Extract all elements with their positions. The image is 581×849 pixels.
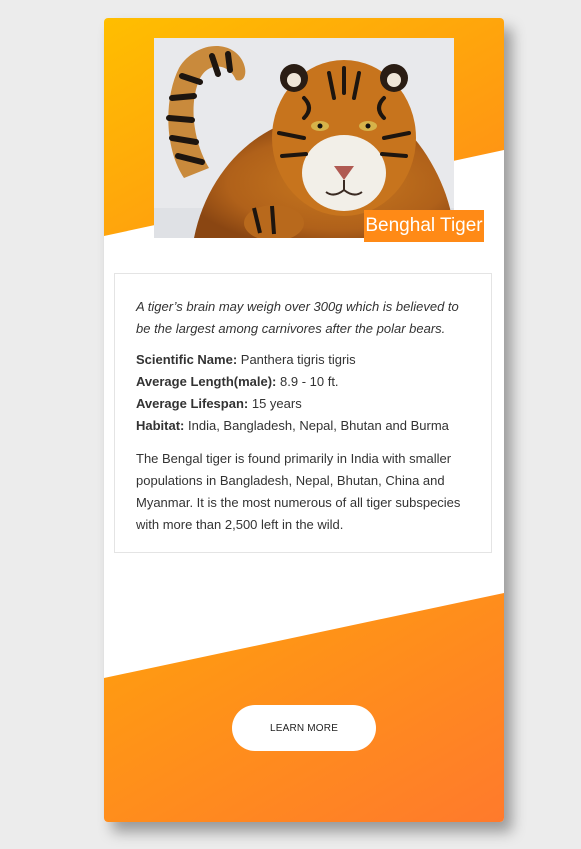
learn-more-button[interactable]: LEARN MORE — [232, 705, 376, 751]
tiger-photo — [154, 38, 454, 238]
attribute-row: Scientific Name: Panthera tigris tigris — [136, 349, 471, 371]
attribute-label: Habitat: — [136, 418, 185, 433]
card-title: Benghal Tiger — [364, 210, 484, 242]
description-text: The Bengal tiger is found primarily in I… — [136, 451, 461, 532]
attribute-label: Average Lifespan: — [136, 396, 249, 411]
attribute-value: 8.9 - 10 ft. — [280, 374, 339, 389]
info-box: A tiger’s brain may weigh over 300g whic… — [114, 273, 492, 553]
attribute-label: Average Length(male): — [136, 374, 277, 389]
attribute-row: Average Lifespan: 15 years — [136, 393, 471, 415]
attribute-value: Panthera tigris tigris — [240, 352, 356, 367]
tiger-card: Benghal Tiger A tiger’s brain may weigh … — [104, 18, 504, 822]
attribute-value: India, Bangladesh, Nepal, Bhutan and Bur… — [188, 418, 449, 433]
fact-text: A tiger’s brain may weigh over 300g whic… — [136, 299, 459, 336]
attribute-value: 15 years — [251, 396, 302, 411]
attributes-list: Scientific Name: Panthera tigris tigris … — [136, 349, 471, 437]
attribute-label: Scientific Name: — [136, 352, 238, 367]
attribute-row: Habitat: India, Bangladesh, Nepal, Bhuta… — [136, 415, 471, 437]
attribute-row: Average Length(male): 8.9 - 10 ft. — [136, 371, 471, 393]
